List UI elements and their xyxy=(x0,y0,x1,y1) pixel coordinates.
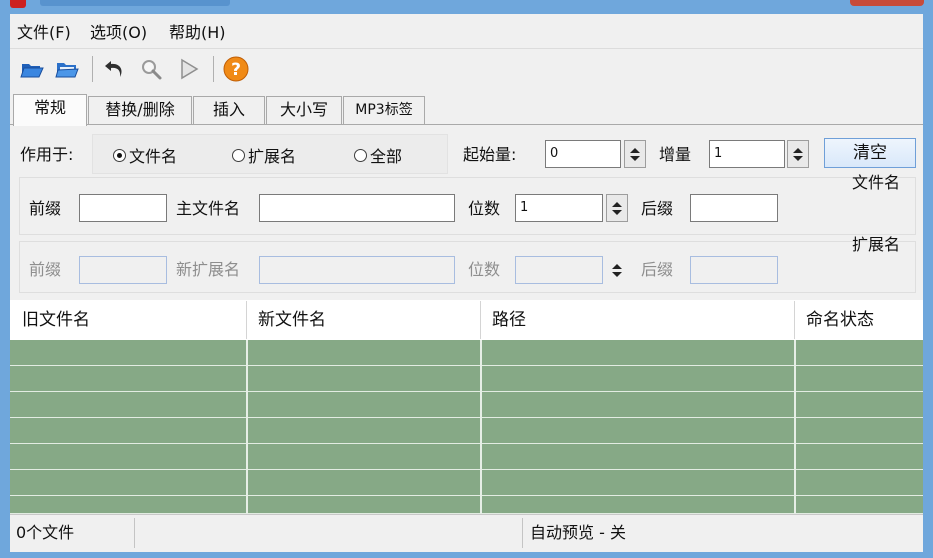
radio-extension-label: 扩展名 xyxy=(248,147,297,166)
column-grid-line xyxy=(794,340,796,514)
main-filename-input[interactable] xyxy=(259,194,455,222)
apply-to-label: 作用于: xyxy=(20,145,74,164)
filename-prefix-label: 前缀 xyxy=(29,199,62,218)
extension-digits-label: 位数 xyxy=(468,260,501,279)
toolbar-divider xyxy=(92,56,93,82)
radio-selected-icon xyxy=(113,148,126,162)
svg-text:?: ? xyxy=(231,60,241,80)
radio-unselected-icon xyxy=(232,148,245,162)
filename-suffix-label: 后缀 xyxy=(641,199,674,218)
start-input[interactable]: 0 xyxy=(545,140,621,168)
window-title xyxy=(40,0,230,6)
spin-down-icon xyxy=(630,156,640,161)
radio-filename[interactable]: 文件名 xyxy=(113,141,177,169)
tab-replace-delete[interactable]: 替换/删除 xyxy=(88,96,192,124)
column-divider[interactable] xyxy=(480,301,481,339)
table-row[interactable] xyxy=(10,366,923,392)
increment-spinner[interactable] xyxy=(787,140,809,168)
column-grid-line xyxy=(246,340,248,514)
filename-digits-input[interactable]: 1 xyxy=(515,194,603,222)
column-header-status[interactable]: 命名状态 xyxy=(794,300,923,340)
tab-case[interactable]: 大小写 xyxy=(266,96,342,124)
table-row[interactable] xyxy=(10,444,923,470)
status-bar xyxy=(10,514,923,552)
extension-digits-spinner[interactable] xyxy=(606,256,628,284)
spin-up-icon xyxy=(630,148,640,153)
folder-open-icon[interactable] xyxy=(19,56,45,82)
filename-digits-spinner[interactable] xyxy=(606,194,628,222)
filename-digits-label: 位数 xyxy=(468,199,501,218)
tab-general[interactable]: 常规 xyxy=(13,94,87,126)
tab-insert[interactable]: 插入 xyxy=(193,96,265,124)
table-row[interactable] xyxy=(10,340,923,366)
undo-icon[interactable] xyxy=(102,56,128,82)
extension-prefix-input[interactable] xyxy=(79,256,167,284)
table-row[interactable] xyxy=(10,418,923,444)
close-button[interactable] xyxy=(850,0,924,6)
spin-down-icon xyxy=(793,156,803,161)
radio-extension[interactable]: 扩展名 xyxy=(232,141,296,169)
menu-help[interactable]: 帮助(H) xyxy=(169,22,226,44)
new-extension-label: 新扩展名 xyxy=(176,260,241,279)
menu-divider xyxy=(10,48,923,49)
main-filename-label: 主文件名 xyxy=(176,199,241,218)
app-icon xyxy=(10,0,26,8)
file-count-status: 0个文件 xyxy=(16,523,75,542)
filename-prefix-input[interactable] xyxy=(79,194,167,222)
column-divider[interactable] xyxy=(246,301,247,339)
menu-options[interactable]: 选项(O) xyxy=(90,22,147,44)
column-grid-line xyxy=(480,340,482,514)
tab-mp3-tag[interactable]: MP3标签 xyxy=(343,96,425,124)
radio-all-label: 全部 xyxy=(370,147,403,166)
increment-input[interactable]: 1 xyxy=(709,140,785,168)
new-extension-input[interactable] xyxy=(259,256,455,284)
spin-down-icon xyxy=(612,272,622,277)
table-row[interactable] xyxy=(10,496,923,514)
spin-up-icon xyxy=(793,148,803,153)
extension-suffix-label: 后缀 xyxy=(641,260,674,279)
increment-label: 增量 xyxy=(659,145,692,164)
extension-prefix-label: 前缀 xyxy=(29,260,62,279)
radio-unselected-icon xyxy=(354,148,367,162)
play-icon[interactable] xyxy=(176,56,202,82)
table-row[interactable] xyxy=(10,392,923,418)
extension-group-title: 扩展名 xyxy=(852,235,901,254)
radio-filename-label: 文件名 xyxy=(129,147,178,166)
extension-suffix-input[interactable] xyxy=(690,256,778,284)
table-row[interactable] xyxy=(10,470,923,496)
help-icon[interactable]: ? xyxy=(223,56,249,82)
status-divider xyxy=(134,518,135,548)
column-header-old-name[interactable]: 旧文件名 xyxy=(10,300,246,340)
clear-button[interactable]: 清空 xyxy=(824,138,916,168)
radio-all[interactable]: 全部 xyxy=(354,141,402,169)
menu-file[interactable]: 文件(F) xyxy=(17,22,71,44)
column-header-path[interactable]: 路径 xyxy=(480,300,794,340)
auto-preview-status: 自动预览 - 关 xyxy=(530,523,626,542)
folder-blue-icon[interactable] xyxy=(54,56,80,82)
search-icon[interactable] xyxy=(138,56,164,82)
filename-suffix-input[interactable] xyxy=(690,194,778,222)
column-header-new-name[interactable]: 新文件名 xyxy=(246,300,480,340)
title-bar[interactable] xyxy=(0,0,933,14)
start-spinner[interactable] xyxy=(624,140,646,168)
toolbar-divider xyxy=(213,56,214,82)
extension-digits-input[interactable] xyxy=(515,256,603,284)
start-label: 起始量: xyxy=(463,145,517,164)
spin-up-icon xyxy=(612,202,622,207)
status-divider xyxy=(522,518,523,548)
column-divider[interactable] xyxy=(794,301,795,339)
filename-group-title: 文件名 xyxy=(852,173,901,192)
spin-down-icon xyxy=(612,210,622,215)
spin-up-icon xyxy=(612,264,622,269)
